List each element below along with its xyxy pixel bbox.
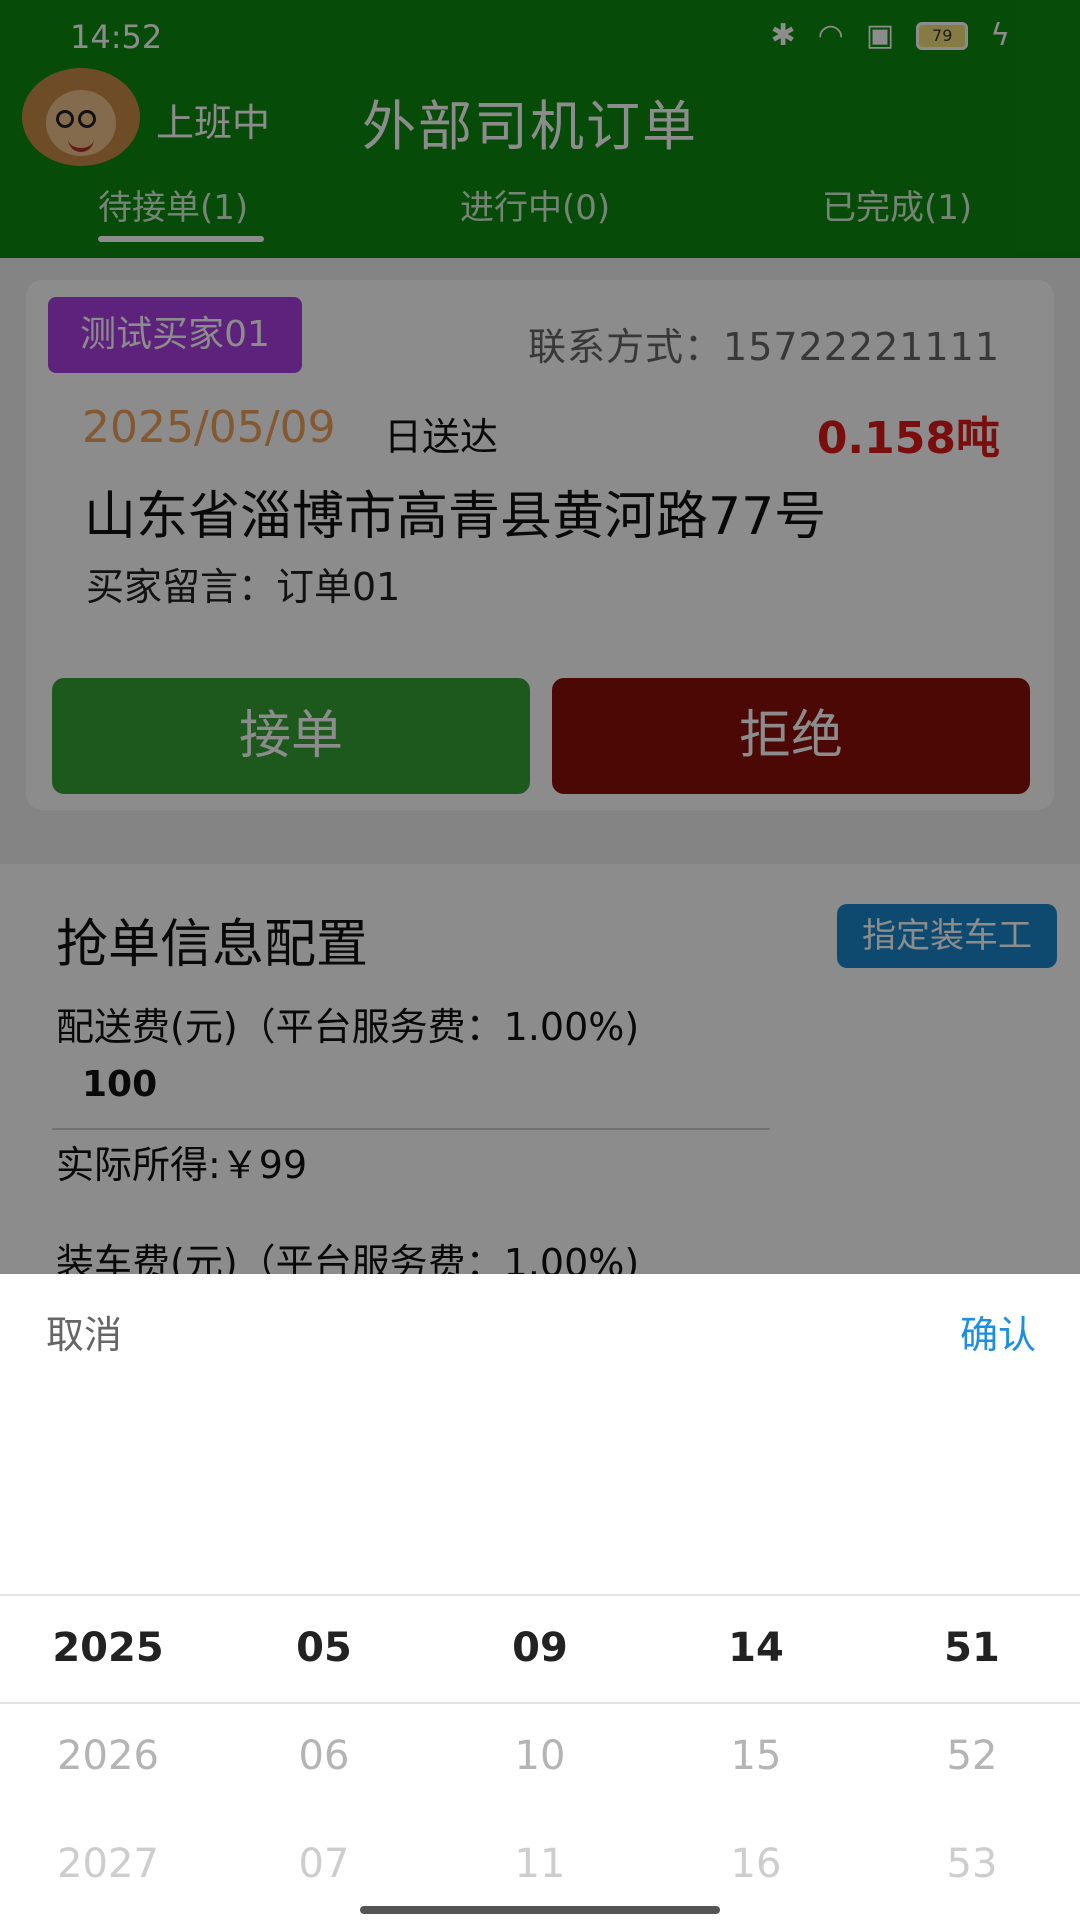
picker-column-month[interactable]: 05 06 07 (216, 1594, 432, 1918)
picker-item-selected[interactable]: 14 (648, 1594, 864, 1702)
picker-item[interactable]: 11 (432, 1810, 648, 1918)
modal-overlay[interactable] (0, 0, 1080, 1274)
picker-item[interactable]: 15 (648, 1702, 864, 1810)
picker-item[interactable]: 2027 (0, 1810, 216, 1918)
picker-column-minute[interactable]: 51 52 53 (864, 1594, 1080, 1918)
picker-item[interactable]: 10 (432, 1702, 648, 1810)
home-indicator[interactable] (360, 1906, 720, 1914)
picker-item[interactable]: 53 (864, 1810, 1080, 1918)
picker-item[interactable]: 16 (648, 1810, 864, 1918)
picker-item[interactable]: 52 (864, 1702, 1080, 1810)
picker-item[interactable]: 06 (216, 1702, 432, 1810)
picker-item-selected[interactable]: 2025 (0, 1594, 216, 1702)
picker-item-selected[interactable]: 05 (216, 1594, 432, 1702)
picker-column-day[interactable]: 09 10 11 (432, 1594, 648, 1918)
picker-item[interactable]: 2026 (0, 1702, 216, 1810)
picker-item[interactable]: 07 (216, 1810, 432, 1918)
picker-item-selected[interactable]: 51 (864, 1594, 1080, 1702)
picker-column-hour[interactable]: 14 15 16 (648, 1594, 864, 1918)
picker-column-year[interactable]: 2025 2026 2027 (0, 1594, 216, 1918)
picker-confirm-button[interactable]: 确认 (960, 1304, 1036, 1359)
picker-cancel-button[interactable]: 取消 (46, 1304, 122, 1359)
picker-item-selected[interactable]: 09 (432, 1594, 648, 1702)
